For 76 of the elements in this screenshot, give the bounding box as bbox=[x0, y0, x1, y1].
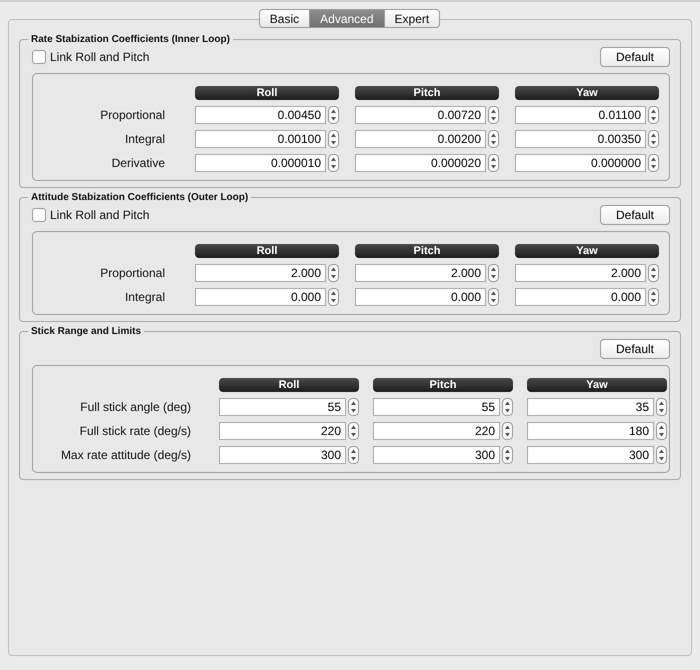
tab[interactable]: Advanced bbox=[309, 9, 385, 28]
row-label: Integral bbox=[124, 132, 166, 146]
number-field[interactable]: 2.000 bbox=[515, 264, 646, 282]
number-field[interactable]: 0.000 bbox=[515, 288, 646, 306]
row-label: Max rate attitude (deg/s) bbox=[60, 448, 192, 462]
column-header: Pitch bbox=[373, 378, 513, 392]
number-field[interactable]: 0.01100 bbox=[515, 106, 646, 124]
number-field[interactable]: 55 bbox=[219, 398, 346, 416]
tab[interactable]: Expert bbox=[384, 9, 440, 28]
number-field[interactable]: 300 bbox=[527, 446, 654, 464]
default-button[interactable]: Default bbox=[600, 205, 670, 225]
spinner-control[interactable] bbox=[656, 422, 667, 440]
row-label: Full stick rate (deg/s) bbox=[78, 424, 192, 438]
column-header: Roll bbox=[219, 378, 359, 392]
number-field[interactable]: 300 bbox=[373, 446, 500, 464]
spinner-control[interactable] bbox=[348, 398, 359, 416]
column-header: Yaw bbox=[515, 244, 659, 258]
default-button[interactable]: Default bbox=[600, 339, 670, 359]
spinner-control[interactable] bbox=[348, 446, 359, 464]
number-field[interactable]: 55 bbox=[373, 398, 500, 416]
row-label: Full stick angle (deg) bbox=[79, 400, 192, 414]
spinner-control[interactable] bbox=[328, 264, 339, 282]
spinner-control[interactable] bbox=[648, 154, 659, 172]
column-header: Pitch bbox=[355, 244, 499, 258]
number-field[interactable]: 2.000 bbox=[195, 264, 326, 282]
row-label: Proportional bbox=[99, 266, 166, 280]
number-field[interactable]: 0.000 bbox=[195, 288, 326, 306]
spinner-control[interactable] bbox=[488, 288, 499, 306]
group-title: Attitude Stabization Coefficients (Outer Loop) bbox=[30, 192, 250, 203]
number-field[interactable]: 0.000020 bbox=[355, 154, 486, 172]
spinner-control[interactable] bbox=[648, 106, 659, 124]
spinner-control[interactable] bbox=[648, 130, 659, 148]
default-button[interactable]: Default bbox=[600, 47, 670, 67]
spinner-control[interactable] bbox=[348, 422, 359, 440]
number-field[interactable]: 300 bbox=[219, 446, 346, 464]
number-field[interactable]: 0.000000 bbox=[515, 154, 646, 172]
row-label: Proportional bbox=[99, 108, 166, 122]
spinner-control[interactable] bbox=[488, 130, 499, 148]
link-checkbox[interactable]: Link Roll and Pitch bbox=[32, 208, 150, 222]
number-field[interactable]: 0.000010 bbox=[195, 154, 326, 172]
spinner-control[interactable] bbox=[488, 154, 499, 172]
column-header: Roll bbox=[195, 244, 339, 258]
group-title: Rate Stabization Coefficients (Inner Loop) bbox=[30, 34, 231, 45]
spinner-control[interactable] bbox=[328, 288, 339, 306]
number-field[interactable]: 35 bbox=[527, 398, 654, 416]
group-title: Stick Range and Limits bbox=[30, 326, 142, 337]
spinner-control[interactable] bbox=[328, 106, 339, 124]
number-field[interactable]: 0.000 bbox=[355, 288, 486, 306]
number-field[interactable]: 180 bbox=[527, 422, 654, 440]
row-label: Integral bbox=[124, 290, 166, 304]
spinner-control[interactable] bbox=[502, 398, 513, 416]
spinner-control[interactable] bbox=[328, 130, 339, 148]
row-label: Derivative bbox=[110, 156, 166, 170]
number-field[interactable]: 220 bbox=[373, 422, 500, 440]
spinner-control[interactable] bbox=[656, 446, 667, 464]
spinner-control[interactable] bbox=[502, 446, 513, 464]
number-field[interactable]: 2.000 bbox=[355, 264, 486, 282]
column-header: Yaw bbox=[527, 378, 667, 392]
column-header: Roll bbox=[195, 86, 339, 100]
number-field[interactable]: 0.00450 bbox=[195, 106, 326, 124]
spinner-control[interactable] bbox=[656, 398, 667, 416]
number-field[interactable]: 0.00100 bbox=[195, 130, 326, 148]
column-header: Yaw bbox=[515, 86, 659, 100]
spinner-control[interactable] bbox=[648, 264, 659, 282]
spinner-control[interactable] bbox=[648, 288, 659, 306]
number-field[interactable]: 0.00350 bbox=[515, 130, 646, 148]
spinner-control[interactable] bbox=[488, 106, 499, 124]
spinner-control[interactable] bbox=[502, 422, 513, 440]
spinner-control[interactable] bbox=[488, 264, 499, 282]
link-checkbox[interactable]: Link Roll and Pitch bbox=[32, 50, 150, 64]
number-field[interactable]: 0.00720 bbox=[355, 106, 486, 124]
spinner-control[interactable] bbox=[328, 154, 339, 172]
tab[interactable]: Basic bbox=[258, 9, 310, 28]
column-header: Pitch bbox=[355, 86, 499, 100]
number-field[interactable]: 0.00200 bbox=[355, 130, 486, 148]
number-field[interactable]: 220 bbox=[219, 422, 346, 440]
